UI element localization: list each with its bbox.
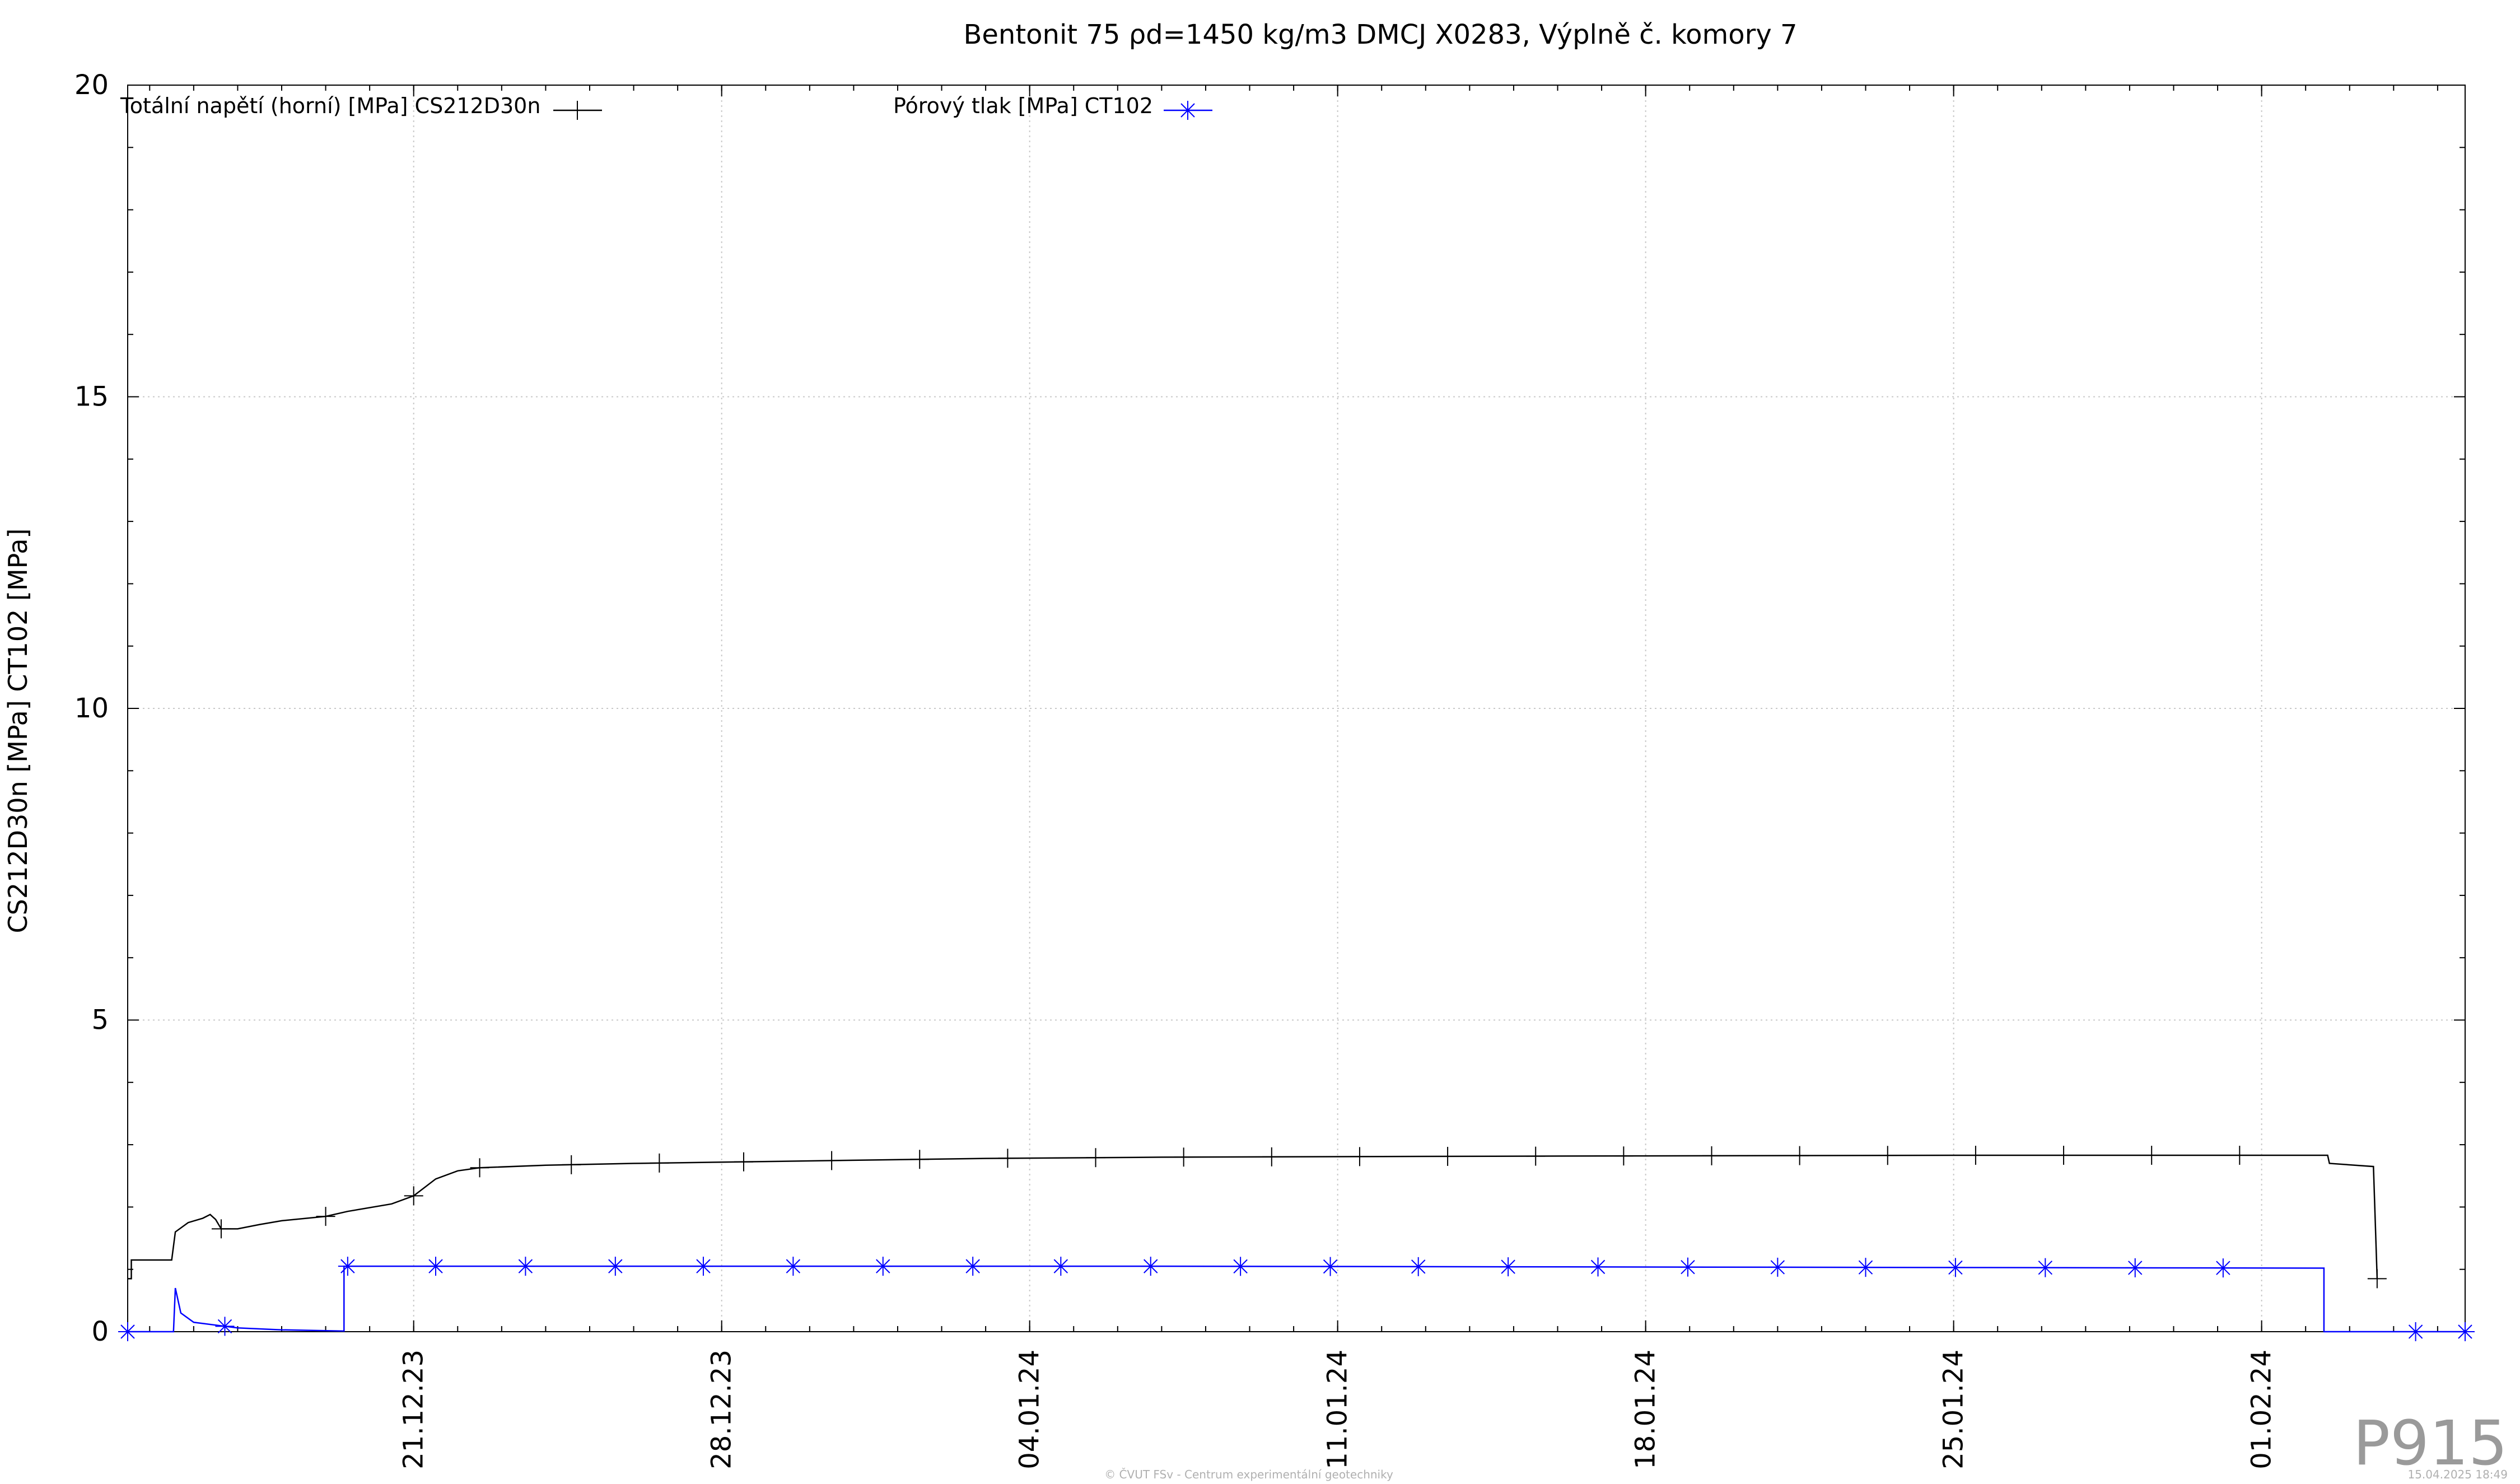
y-tick-label: 20 <box>74 69 109 101</box>
legend-marker <box>1178 101 1197 120</box>
series-marker <box>693 1257 713 1276</box>
chart: Bentonit 75 ρd=1450 kg/m3 DMCJ X0283, Vý… <box>0 0 2520 1484</box>
series-marker <box>1499 1257 1518 1277</box>
series-marker <box>1051 1257 1071 1276</box>
x-tick-label: 18.01.24 <box>1630 1350 1662 1469</box>
y-tick-label: 0 <box>91 1316 109 1347</box>
series-marker <box>2036 1258 2055 1277</box>
x-tick-label: 21.12.23 <box>398 1350 430 1469</box>
footer-timestamp: 15.04.2025 18:49 <box>2407 1468 2508 1481</box>
y-tick-label: 5 <box>91 1005 109 1036</box>
series-marker <box>783 1257 803 1276</box>
x-tick-label: 25.01.24 <box>1938 1350 1970 1469</box>
series-marker <box>1768 1257 1788 1277</box>
chart-title: Bentonit 75 ρd=1450 kg/m3 DMCJ X0283, Vý… <box>963 19 1797 50</box>
y-axis-label: CS212D30n [MPa] CT102 [MPa] <box>3 529 33 934</box>
legend-label-pore-pressure: Pórový tlak [MPa] CT102 <box>893 94 1153 118</box>
x-tick-label: 04.01.24 <box>1014 1350 1046 1469</box>
series-marker <box>516 1257 535 1276</box>
series-marker <box>1408 1257 1428 1276</box>
series-marker <box>873 1257 893 1276</box>
series-marker <box>605 1257 625 1276</box>
series-marker <box>1141 1257 1160 1276</box>
x-tick-label: 11.01.24 <box>1322 1350 1354 1469</box>
series-marker <box>2456 1322 2475 1341</box>
series-marker <box>1856 1258 1875 1277</box>
series-marker <box>2125 1258 2145 1277</box>
legend-label-total-stress: Totální napětí (horní) [MPa] CS212D30n <box>120 94 540 118</box>
series-marker <box>426 1257 445 1276</box>
series-marker <box>118 1322 137 1341</box>
series-marker <box>1678 1257 1697 1277</box>
series-marker <box>1945 1258 1965 1277</box>
y-tick-label: 15 <box>74 381 109 413</box>
series-marker <box>963 1257 983 1276</box>
series-marker <box>215 1317 235 1336</box>
series-marker <box>1320 1257 1340 1276</box>
series-marker <box>1588 1257 1608 1277</box>
series-marker <box>338 1257 357 1276</box>
series-marker <box>2213 1258 2233 1278</box>
x-tick-label: 28.12.23 <box>706 1350 738 1469</box>
x-tick-label: 01.02.24 <box>2246 1350 2278 1469</box>
y-tick-label: 10 <box>74 693 109 724</box>
series-marker <box>1231 1257 1250 1276</box>
footer-copyright: © ČVUT FSv - Centrum experimentální geot… <box>1104 1468 1393 1481</box>
series-marker <box>2406 1322 2425 1341</box>
